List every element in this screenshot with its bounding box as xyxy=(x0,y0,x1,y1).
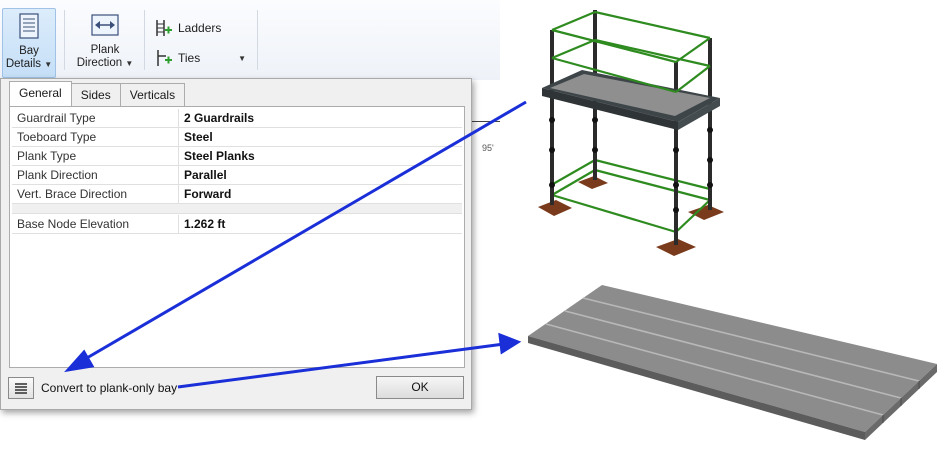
annotation-arrows xyxy=(64,100,527,389)
tab-general[interactable]: General xyxy=(9,81,72,106)
arrow-to-plank-bay xyxy=(177,342,505,389)
arrow-to-convert-button xyxy=(79,100,527,364)
